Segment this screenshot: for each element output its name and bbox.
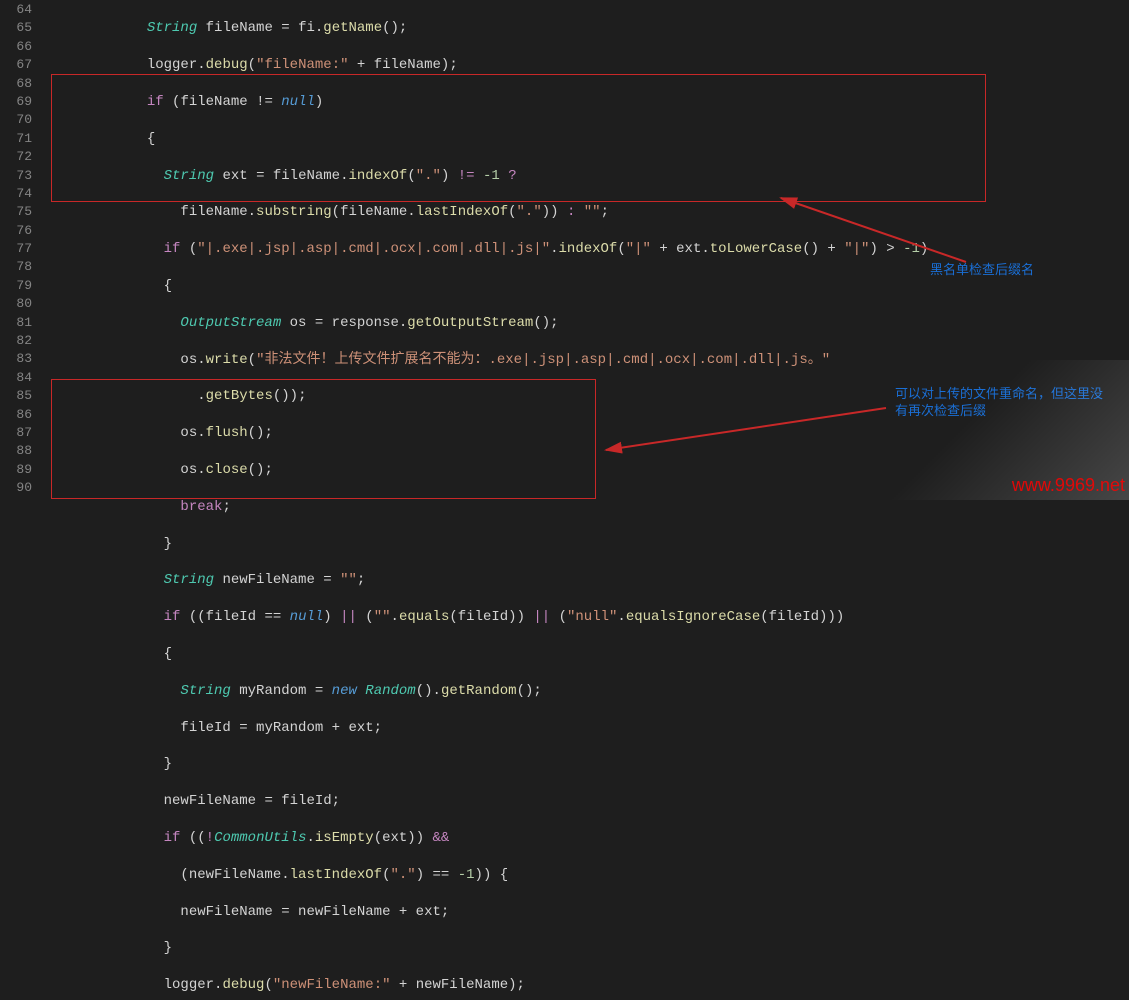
annotation-1: 黑名单检查后缀名 bbox=[930, 262, 1034, 279]
line-number: 90 bbox=[0, 479, 32, 497]
line-number: 83 bbox=[0, 350, 32, 368]
line-number: 72 bbox=[0, 148, 32, 166]
line-number: 71 bbox=[0, 130, 32, 148]
line-number: 69 bbox=[0, 93, 32, 111]
watermark-text: www.9969.net bbox=[1012, 475, 1125, 496]
code-area[interactable]: String fileName = fi.getName(); logger.d… bbox=[46, 0, 1129, 500]
line-number: 74 bbox=[0, 185, 32, 203]
line-number: 65 bbox=[0, 19, 32, 37]
line-number: 86 bbox=[0, 406, 32, 424]
annotation-2: 可以对上传的文件重命名，但这里没 有再次检查后缀 bbox=[895, 386, 1103, 420]
line-number: 81 bbox=[0, 314, 32, 332]
line-number: 80 bbox=[0, 295, 32, 313]
line-number: 64 bbox=[0, 1, 32, 19]
line-number: 67 bbox=[0, 56, 32, 74]
line-number: 85 bbox=[0, 387, 32, 405]
line-number: 75 bbox=[0, 203, 32, 221]
line-number: 89 bbox=[0, 461, 32, 479]
line-number: 84 bbox=[0, 369, 32, 387]
line-number: 87 bbox=[0, 424, 32, 442]
line-number: 77 bbox=[0, 240, 32, 258]
line-number: 73 bbox=[0, 167, 32, 185]
line-number: 88 bbox=[0, 442, 32, 460]
line-number: 79 bbox=[0, 277, 32, 295]
line-number: 82 bbox=[0, 332, 32, 350]
line-number: 66 bbox=[0, 38, 32, 56]
line-number: 68 bbox=[0, 75, 32, 93]
line-number: 76 bbox=[0, 222, 32, 240]
line-number: 78 bbox=[0, 258, 32, 276]
code-editor[interactable]: 6465666768697071727374757677787980818283… bbox=[0, 0, 1129, 500]
line-number: 70 bbox=[0, 111, 32, 129]
line-number-gutter: 6465666768697071727374757677787980818283… bbox=[0, 0, 46, 500]
